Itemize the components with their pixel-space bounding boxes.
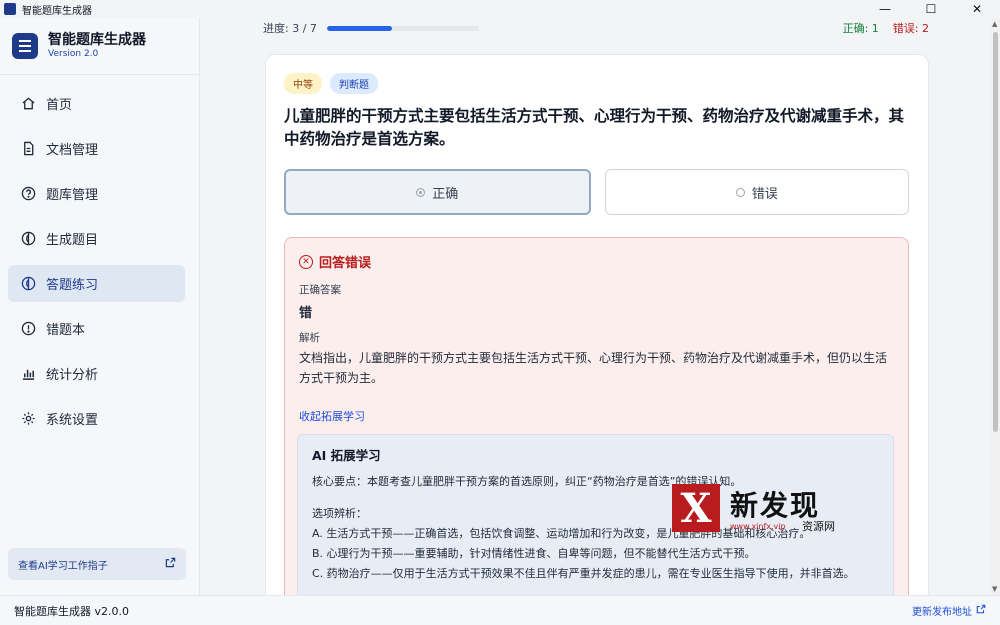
explanation-text: 文档指出，儿童肥胖的干预方式主要包括生活方式干预、心理行为干预、药物治疗及代谢减… — [299, 351, 888, 385]
sidebar-item-label: 答题练习 — [46, 278, 99, 293]
sidebar-item-label: 题库管理 — [46, 188, 99, 203]
sidebar-item-practice[interactable]: 答题练习 — [8, 265, 185, 302]
release-link[interactable]: 更新发布地址 — [912, 603, 986, 618]
window-title: 智能题库生成器 — [22, 5, 92, 17]
sidebar-nav: 首页 文档管理 题库管理 生成题目 答题练习 错题本 统计分析 系统设置 — [0, 85, 199, 437]
correct-answer-value: 错 — [299, 306, 313, 321]
answer-feedback: ✕ 回答错误 正确答案 错 解析 文档指出，儿童肥胖的干预方式主要包括生活方式干… — [284, 237, 909, 595]
main-content: 进度: 3 / 7 正确: 1 错误: 2 中等 判断题 儿童肥胖的干预方式主要… — [201, 18, 991, 595]
sidebar-item-documents[interactable]: 文档管理 — [8, 130, 185, 167]
ai-generate-icon — [20, 231, 36, 247]
document-icon — [20, 141, 36, 157]
question-icon — [20, 186, 36, 202]
radio-icon — [735, 187, 745, 197]
score-correct: 正确: 1 — [842, 22, 879, 35]
sidebar-item-settings[interactable]: 系统设置 — [8, 400, 185, 437]
feedback-title: 回答错误 — [319, 256, 372, 271]
sidebar-item-statistics[interactable]: 统计分析 — [8, 355, 185, 392]
score: 正确: 1 错误: 2 — [843, 20, 929, 36]
progress-label: 进度: 3 / 7 — [263, 22, 317, 35]
progress-fill — [326, 25, 393, 31]
progress-row: 进度: 3 / 7 正确: 1 错误: 2 — [263, 20, 929, 36]
ai-options-heading: 选项辨析： — [312, 507, 367, 520]
main-scrollbar[interactable]: ▲ ▼ — [991, 18, 1000, 595]
sidebar-item-wrong-book[interactable]: 错题本 — [8, 310, 185, 347]
practice-icon — [20, 276, 36, 292]
question-text: 儿童肥胖的干预方式主要包括生活方式干预、心理行为干预、药物治疗及代谢减重手术，其… — [284, 107, 905, 148]
external-link-icon — [976, 604, 986, 617]
question-tags: 中等 判断题 — [284, 73, 378, 94]
sidebar-item-question-bank[interactable]: 题库管理 — [8, 175, 185, 212]
home-icon — [20, 96, 36, 112]
sidebar-item-label: 统计分析 — [46, 368, 99, 383]
gear-icon — [20, 411, 36, 427]
option-label: 错误 — [751, 186, 778, 202]
chart-icon — [20, 366, 36, 382]
app-icon — [4, 3, 16, 15]
difficulty-badge: 中等 — [284, 73, 322, 94]
option-label: 正确 — [432, 186, 459, 202]
ai-option-b: B. 心理行为干预——重要辅助，针对情绪性进食、自卑等问题，但不能替代生活方式干… — [312, 547, 756, 560]
question-type-badge: 判断题 — [330, 73, 378, 94]
external-link-icon — [165, 557, 176, 571]
option-false[interactable]: 错误 — [604, 169, 909, 215]
ai-option-a: A. 生活方式干预——正确首选，包括饮食调整、运动增加和行为改变，是儿童肥胖的基… — [312, 527, 811, 540]
close-button[interactable]: ✕ — [954, 0, 1000, 18]
correct-answer-label: 正确答案 — [299, 284, 341, 296]
sidebar-item-generate[interactable]: 生成题目 — [8, 220, 185, 257]
ai-guide-link[interactable]: 查看AI学习工作指子 — [8, 548, 186, 580]
answer-options: 正确 错误 — [284, 169, 909, 215]
sidebar-item-label: 文档管理 — [46, 143, 99, 158]
brand: 智能题库生成器 Version 2.0 — [0, 18, 199, 74]
sidebar-item-label: 系统设置 — [46, 413, 99, 428]
status-bar: 智能题库生成器 v2.0.0 更新发布地址 — [0, 595, 1000, 625]
ai-option-c: C. 药物治疗——仅用于生活方式干预效果不佳且伴有严重并发症的患儿，需在专业医生… — [312, 567, 855, 580]
brand-name: 智能题库生成器 — [48, 32, 146, 48]
progress-bar — [326, 25, 479, 31]
ai-title: AI 拓展学习 — [312, 448, 381, 463]
sidebar-item-label: 生成题目 — [46, 233, 99, 248]
app-version: 智能题库生成器 v2.0.0 — [14, 604, 129, 618]
question-card: 中等 判断题 儿童肥胖的干预方式主要包括生活方式干预、心理行为干预、药物治疗及代… — [265, 54, 929, 595]
sidebar-item-label: 首页 — [46, 98, 73, 113]
brand-version: Version 2.0 — [48, 49, 99, 59]
option-true[interactable]: 正确 — [284, 169, 591, 215]
explanation-label: 解析 — [299, 332, 320, 344]
divider — [0, 74, 199, 75]
scroll-up-arrow-icon[interactable]: ▲ — [992, 20, 997, 28]
alert-icon — [20, 321, 36, 337]
release-link-label: 更新发布地址 — [912, 607, 972, 618]
scroll-thumb[interactable] — [993, 32, 998, 432]
sidebar-item-home[interactable]: 首页 — [8, 85, 185, 122]
ai-extended-learning: AI 拓展学习 核心要点：本题考查儿童肥胖干预方案的首选原则，纠正“药物治疗是首… — [297, 434, 894, 595]
title-bar: 智能题库生成器 — ☐ ✕ — [0, 0, 1000, 18]
minimize-button[interactable]: — — [862, 0, 908, 18]
window-controls: — ☐ ✕ — [862, 0, 1000, 18]
radio-icon — [416, 187, 426, 197]
scroll-down-arrow-icon[interactable]: ▼ — [992, 585, 997, 593]
sidebar: 智能题库生成器 Version 2.0 首页 文档管理 题库管理 生成题目 答题… — [0, 18, 200, 595]
error-circle-icon: ✕ — [299, 254, 313, 269]
ai-guide-link-label: 查看AI学习工作指子 — [18, 560, 108, 572]
feedback-header: ✕ 回答错误 — [299, 252, 371, 271]
app-logo-icon — [12, 33, 38, 59]
maximize-button[interactable]: ☐ — [908, 0, 954, 18]
sidebar-item-label: 错题本 — [46, 323, 86, 338]
score-wrong: 错误: 2 — [892, 22, 929, 35]
collapse-extended-link[interactable]: 收起拓展学习 — [299, 408, 365, 424]
ai-key-point: 核心要点：本题考查儿童肥胖干预方案的首选原则，纠正“药物治疗是首选”的错误认知。 — [312, 475, 742, 488]
